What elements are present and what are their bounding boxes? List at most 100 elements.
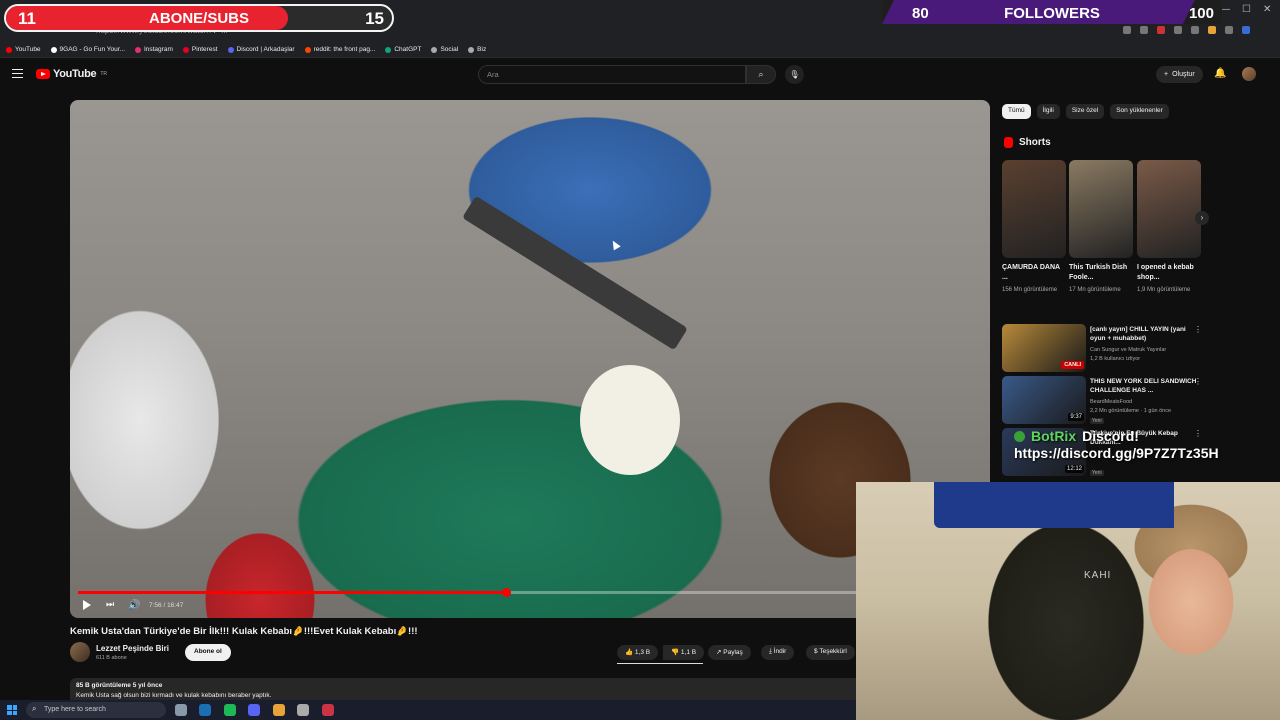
extension-icon[interactable]: [1225, 26, 1233, 34]
short-thumbnail[interactable]: [1069, 160, 1133, 258]
short-views: 1,9 Mn görüntüleme: [1137, 286, 1191, 293]
dislike-button[interactable]: 👎 1,1 B: [663, 645, 705, 660]
youtube-play-icon: [36, 69, 50, 79]
more-options-icon[interactable]: ⋮: [1194, 325, 1202, 334]
channel-subscriber-count: 611 B abone: [96, 655, 127, 661]
recommended-channel[interactable]: BeardMeatsFood: [1090, 399, 1132, 405]
settings-icon[interactable]: [297, 704, 309, 716]
menu-icon[interactable]: [12, 69, 23, 78]
extension-icon[interactable]: [1123, 26, 1131, 34]
steam-icon[interactable]: [199, 704, 211, 716]
bookmark-item[interactable]: reddit: the front pag...: [304, 46, 375, 53]
follower-goal-target: 100: [1188, 5, 1214, 22]
bookmark-item[interactable]: Discord | Arkadaşlar: [227, 46, 295, 53]
live-badge: CANLI: [1061, 361, 1084, 369]
video-title: Kemik Usta'dan Türkiye'de Bir İlk!!! Kul…: [70, 626, 418, 637]
filter-chips: Tümü İlgili Size özel Son yüklenenler: [1002, 104, 1169, 119]
recommended-title[interactable]: THIS NEW YORK DELI SANDWICH CHALLENGE HA…: [1090, 377, 1198, 395]
short-thumbnail[interactable]: [1002, 160, 1066, 258]
filter-chip[interactable]: Tümü: [1002, 104, 1031, 119]
more-options-icon[interactable]: ⋮: [1194, 377, 1202, 386]
extension-icon[interactable]: [1174, 26, 1182, 34]
chevron-right-icon[interactable]: ›: [1195, 211, 1209, 225]
recommended-channel[interactable]: Can Sungur ve Matruk Yayınlar: [1090, 347, 1166, 353]
extension-icon[interactable]: [1208, 26, 1216, 34]
recommended-video[interactable]: 9:37 THIS NEW YORK DELI SANDWICH CHALLENG…: [1002, 376, 1202, 424]
windows-start-icon[interactable]: [7, 705, 17, 715]
discord-icon: [227, 46, 234, 53]
youtube-logo[interactable]: YouTube TR: [36, 68, 107, 80]
bookmark-item[interactable]: Pinterest: [182, 46, 218, 53]
subscriber-goal-bar: 11 ABONE/SUBS 15: [4, 4, 394, 32]
extension-icon[interactable]: [1157, 26, 1165, 34]
verified-check-icon: [1014, 430, 1025, 442]
filter-chip[interactable]: Son yüklenenler: [1110, 104, 1169, 119]
video-player[interactable]: ⏭ 🔊 7:56 / 16:47: [70, 100, 990, 618]
bookmark-item[interactable]: Biz: [468, 46, 486, 53]
bookmark-item[interactable]: YouTube: [6, 46, 41, 53]
taskbar-search-input[interactable]: Type here to search: [26, 702, 166, 718]
create-button[interactable]: + Oluştur: [1156, 66, 1203, 83]
video-progress-bar[interactable]: [78, 588, 982, 597]
obs-icon[interactable]: [322, 704, 334, 716]
bot-discord-link: https://discord.gg/9P7Z7Tz35H: [1014, 445, 1219, 461]
chrome-icon[interactable]: [273, 704, 285, 716]
profile-icon[interactable]: [1242, 26, 1250, 34]
recommended-title[interactable]: [canlı yayın] CHILL YAYIN (yani oyun + m…: [1090, 325, 1198, 343]
close-window-icon[interactable]: ✕: [1263, 4, 1271, 15]
volume-icon[interactable]: 🔊: [128, 600, 140, 611]
channel-avatar[interactable]: [70, 642, 90, 662]
like-divider: [617, 663, 703, 664]
filter-chip[interactable]: Size özel: [1065, 104, 1105, 119]
short-title[interactable]: This Turkish Dish Foole...: [1069, 263, 1133, 283]
video-frame-onion: [580, 365, 680, 475]
bookmark-item[interactable]: Instagram: [134, 46, 173, 53]
video-scrubber-handle[interactable]: [501, 588, 511, 597]
spotify-icon[interactable]: [224, 704, 236, 716]
subscriber-goal-target: 15: [365, 9, 384, 28]
recommended-meta: 2,2 Mn görüntüleme · 1 gün önce: [1090, 408, 1172, 414]
next-video-icon[interactable]: ⏭: [106, 599, 114, 610]
play-icon[interactable]: [83, 600, 91, 610]
short-views: 17 Mn görüntüleme: [1069, 286, 1121, 293]
windows-taskbar: Type here to search ⌕: [0, 700, 856, 720]
filter-chip[interactable]: İlgili: [1036, 104, 1060, 119]
subscriber-goal-title: ABONE/SUBS: [148, 10, 249, 27]
short-title[interactable]: I opened a kebab shop...: [1137, 263, 1201, 283]
description-text: Kemik Usta sağ olsun bizi kırmadı ve kul…: [76, 692, 272, 699]
like-button[interactable]: 👍 1,3 B: [617, 645, 659, 660]
youtube-icon: [6, 46, 12, 53]
view-count: 85 B görüntüleme 5 yıl önce: [76, 682, 163, 689]
maximize-icon[interactable]: ☐: [1242, 4, 1251, 15]
bookmark-item[interactable]: Social: [431, 46, 458, 53]
microphone-icon: 🎙: [789, 70, 800, 79]
download-button[interactable]: ⤓ İndir: [761, 645, 795, 660]
short-card[interactable]: ÇAMURDA DANA ... 156 Mn görüntüleme: [1002, 160, 1066, 294]
instagram-icon: [134, 46, 141, 53]
notifications-bell-icon[interactable]: 🔔: [1214, 68, 1226, 79]
task-view-icon[interactable]: [175, 704, 187, 716]
search-input[interactable]: Ara: [478, 65, 746, 84]
thanks-button[interactable]: $ Teşekkürl: [806, 645, 855, 660]
share-button[interactable]: ↗ Paylaş: [708, 645, 751, 660]
account-avatar[interactable]: [1242, 67, 1256, 81]
short-thumbnail[interactable]: [1137, 160, 1201, 258]
extension-icon[interactable]: [1140, 26, 1148, 34]
plus-icon: +: [1164, 71, 1169, 78]
subscribe-button[interactable]: Abone ol: [185, 644, 231, 661]
shorts-icon: [1004, 137, 1013, 148]
video-duration: 9:37: [1068, 413, 1084, 421]
extension-icon[interactable]: [1191, 26, 1199, 34]
short-card[interactable]: This Turkish Dish Foole... 17 Mn görüntül…: [1069, 160, 1133, 294]
search-button[interactable]: ⌕: [746, 65, 776, 84]
bookmark-item[interactable]: ChatGPT: [385, 46, 421, 53]
bookmark-item[interactable]: 9GAG - Go Fun Your...: [50, 46, 125, 53]
recommended-video[interactable]: CANLI [canlı yayın] CHILL YAYIN (yani oyu…: [1002, 324, 1202, 372]
youtube-header: YouTube TR Ara ⌕ 🎙 + Oluştur 🔔: [0, 58, 1280, 92]
discord-icon[interactable]: [248, 704, 260, 716]
short-views: 156 Mn görüntüleme: [1002, 286, 1058, 293]
short-card[interactable]: I opened a kebab shop... 1,9 Mn görüntüle…: [1137, 160, 1201, 294]
voice-search-button[interactable]: 🎙: [785, 65, 804, 84]
channel-name[interactable]: Lezzet Peşinde Biri: [96, 644, 169, 653]
short-title[interactable]: ÇAMURDA DANA ...: [1002, 263, 1066, 283]
